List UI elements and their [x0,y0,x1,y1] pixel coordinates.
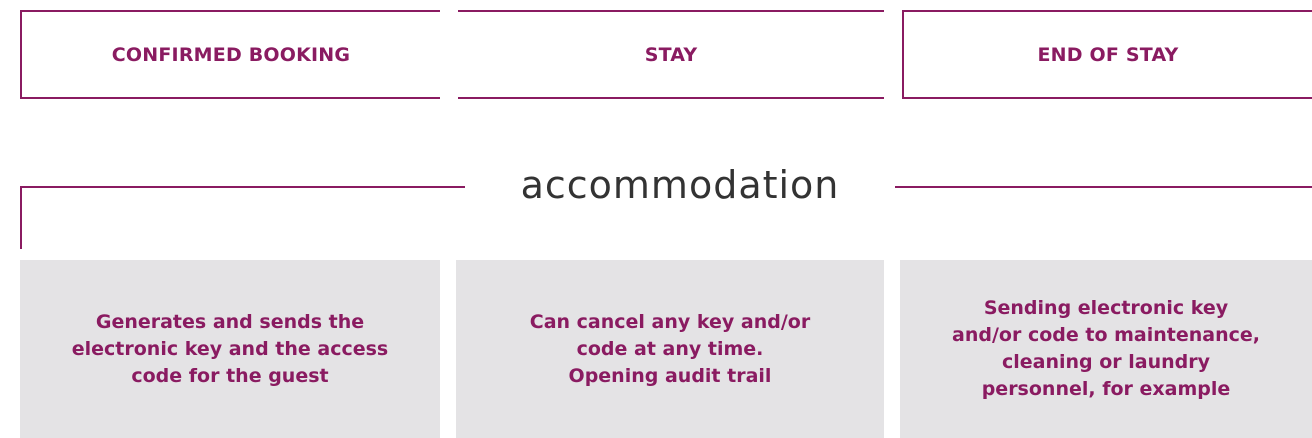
stage-stay: STAY [458,10,884,99]
stage-confirmed-booking: CONFIRMED BOOKING [20,10,440,99]
stage-label: STAY [644,43,698,66]
stage-label: CONFIRMED BOOKING [111,43,351,66]
section-title: accommodation [520,163,840,207]
card-stay: Can cancel any key and/or code at any ti… [456,260,884,438]
section-divider-right [895,186,1312,188]
section-divider-left [20,186,465,188]
stage-label: END OF STAY [1037,43,1179,66]
stage-end-of-stay: END OF STAY [902,10,1312,99]
section-bracket-tick [20,186,22,249]
card-text: Sending electronic key and/or code to ma… [952,297,1260,400]
card-text: Generates and sends the electronic key a… [71,310,389,387]
card-confirmed-booking: Generates and sends the electronic key a… [20,260,440,438]
card-end-of-stay: Sending electronic key and/or code to ma… [900,260,1312,438]
card-text: Can cancel any key and/or code at any ti… [529,310,811,387]
